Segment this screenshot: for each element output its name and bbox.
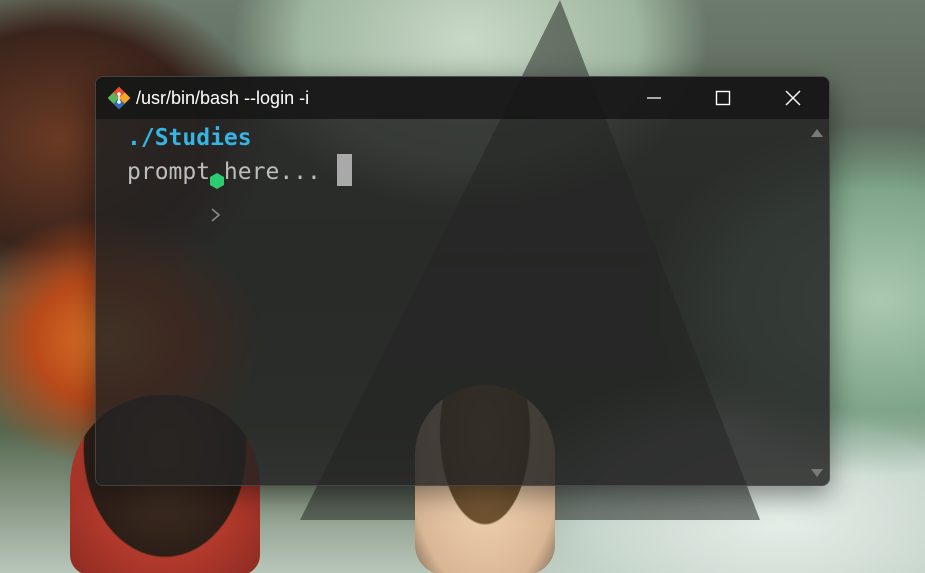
window-title: /usr/bin/bash --login -i: [136, 88, 310, 108]
close-icon: [784, 89, 802, 107]
scroll-down-arrow-icon[interactable]: [811, 469, 823, 477]
terminal-window[interactable]: /usr/bin/bash --login -i ./Studies promp…: [95, 76, 830, 486]
chevron-right-icon: [99, 165, 221, 222]
text-cursor: [337, 154, 352, 186]
prompt-input-placeholder[interactable]: prompt here...: [127, 155, 321, 189]
git-bash-icon[interactable]: [107, 86, 131, 110]
title-bar[interactable]: /usr/bin/bash --login -i: [96, 77, 829, 119]
cwd-line: ./Studies: [96, 121, 252, 189]
scroll-up-arrow-icon[interactable]: [811, 129, 823, 137]
maximize-button[interactable]: [688, 77, 758, 119]
hexagon-icon: [99, 131, 224, 189]
terminal-output[interactable]: ./Studies prompt here...: [96, 119, 811, 485]
close-button[interactable]: [758, 77, 828, 119]
prompt-line[interactable]: prompt here...: [96, 155, 321, 222]
minimize-button[interactable]: [619, 77, 689, 119]
minimize-icon: [646, 90, 662, 106]
vertical-scrollbar[interactable]: [809, 125, 825, 481]
maximize-icon: [715, 90, 731, 106]
current-directory: ./Studies: [127, 125, 252, 151]
